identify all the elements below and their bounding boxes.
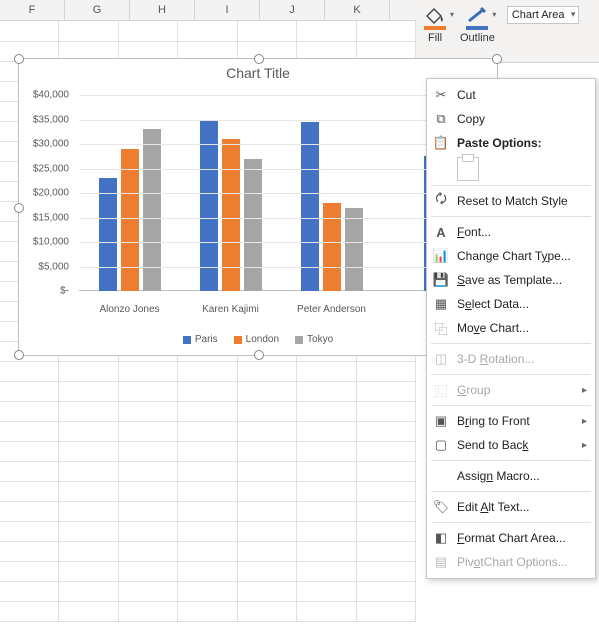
- y-axis[interactable]: $-$5,000$10,000$15,000$20,000$25,000$30,…: [19, 95, 75, 291]
- legend-item[interactable]: London: [234, 334, 279, 345]
- col-hdr[interactable]: H: [130, 0, 195, 20]
- y-tick-label: $10,000: [33, 237, 69, 248]
- resize-handle[interactable]: [254, 350, 264, 360]
- x-tick-label: Karen Kajimi: [180, 304, 281, 315]
- menu-send-to-back[interactable]: ▢Send to Back▸: [427, 433, 595, 457]
- reset-icon: 🗘: [433, 193, 449, 209]
- col-hdr[interactable]: I: [195, 0, 260, 20]
- bar[interactable]: [323, 203, 341, 291]
- y-tick-label: $40,000: [33, 90, 69, 101]
- x-tick-label: Alonzo Jones: [79, 304, 180, 315]
- send-back-icon: ▢: [433, 437, 449, 453]
- select-data-icon: ▦: [433, 296, 449, 312]
- x-axis[interactable]: Alonzo JonesKaren KajimiPeter AndersonLu: [79, 304, 483, 315]
- menu-select-data[interactable]: ▦Select Data...: [427, 292, 595, 316]
- paste-option-button[interactable]: [457, 157, 479, 181]
- bar[interactable]: [244, 159, 262, 291]
- submenu-arrow-icon: ▸: [582, 440, 587, 451]
- copy-icon: ⧉: [433, 111, 449, 127]
- menu-copy[interactable]: ⧉Copy: [427, 107, 595, 131]
- menu-change-chart-type[interactable]: 📊Change Chart Type...: [427, 244, 595, 268]
- y-tick-label: $5,000: [38, 261, 69, 272]
- alt-text-icon: 🏷: [433, 499, 449, 515]
- macro-icon: [433, 468, 449, 484]
- plot-area[interactable]: [79, 95, 483, 291]
- col-hdr[interactable]: F: [0, 0, 65, 20]
- bar[interactable]: [345, 208, 363, 291]
- y-tick-label: $30,000: [33, 139, 69, 150]
- rotation-icon: ◫: [433, 351, 449, 367]
- resize-handle[interactable]: [254, 54, 264, 64]
- col-hdr[interactable]: G: [65, 0, 130, 20]
- chart-context-menu: ✂Cut ⧉Copy 📋Paste Options: 🗘Reset to Mat…: [426, 78, 596, 579]
- resize-handle[interactable]: [14, 350, 24, 360]
- paste-icon: 📋: [433, 135, 449, 151]
- format-icon: ◧: [433, 530, 449, 546]
- fill-label: Fill: [428, 32, 442, 44]
- y-tick-label: $35,000: [33, 114, 69, 125]
- column-headers: F G H I J K: [0, 0, 416, 21]
- legend-item[interactable]: Paris: [183, 334, 218, 345]
- chart-type-icon: 📊: [433, 248, 449, 264]
- bar[interactable]: [200, 120, 218, 292]
- outline-button[interactable]: ▾ Outline: [458, 4, 497, 46]
- move-chart-icon: ⿻: [433, 320, 449, 336]
- fill-button[interactable]: ▾ Fill: [422, 4, 448, 46]
- y-tick-label: $15,000: [33, 212, 69, 223]
- outline-icon: ▾: [466, 6, 488, 24]
- menu-paste-options: 📋Paste Options:: [427, 131, 595, 155]
- legend-item[interactable]: Tokyo: [295, 334, 333, 345]
- pivot-icon: ▤: [433, 554, 449, 570]
- menu-font[interactable]: AFont...: [427, 220, 595, 244]
- group-icon: ⿺: [433, 382, 449, 398]
- bar[interactable]: [222, 139, 240, 291]
- menu-move-chart[interactable]: ⿻Move Chart...: [427, 316, 595, 340]
- submenu-arrow-icon: ▸: [582, 416, 587, 427]
- chart-element-value: Chart Area: [512, 9, 565, 21]
- bring-front-icon: ▣: [433, 413, 449, 429]
- font-icon: A: [433, 224, 449, 240]
- menu-format-chart-area[interactable]: ◧Format Chart Area...: [427, 526, 595, 550]
- bar[interactable]: [121, 149, 139, 291]
- menu-3d-rotation: ◫3-D Rotation...: [427, 347, 595, 371]
- resize-handle[interactable]: [14, 54, 24, 64]
- y-tick-label: $20,000: [33, 188, 69, 199]
- col-hdr[interactable]: J: [260, 0, 325, 20]
- y-tick-label: $-: [60, 286, 69, 297]
- fill-color-swatch: [424, 26, 446, 30]
- menu-save-template[interactable]: 💾Save as Template...: [427, 268, 595, 292]
- y-tick-label: $25,000: [33, 163, 69, 174]
- menu-bring-to-front[interactable]: ▣Bring to Front▸: [427, 409, 595, 433]
- menu-pivotchart-options: ▤PivotChart Options...: [427, 550, 595, 574]
- x-tick-label: Peter Anderson: [281, 304, 382, 315]
- chart-format-ribbon: ▾ Fill ▾ Outline Chart Area: [416, 0, 599, 63]
- menu-edit-alt-text[interactable]: 🏷Edit Alt Text...: [427, 495, 595, 519]
- menu-group: ⿺Group▸: [427, 378, 595, 402]
- fill-icon: ▾: [424, 6, 446, 24]
- outline-color-swatch: [466, 26, 488, 30]
- menu-reset-style[interactable]: 🗘Reset to Match Style: [427, 189, 595, 213]
- save-template-icon: 💾: [433, 272, 449, 288]
- menu-cut[interactable]: ✂Cut: [427, 83, 595, 107]
- menu-assign-macro[interactable]: Assign Macro...: [427, 464, 595, 488]
- bar[interactable]: [99, 178, 117, 291]
- cut-icon: ✂: [433, 87, 449, 103]
- resize-handle[interactable]: [492, 54, 502, 64]
- outline-label: Outline: [460, 32, 495, 44]
- chart-element-selector[interactable]: Chart Area: [507, 6, 580, 24]
- col-hdr[interactable]: K: [325, 0, 390, 20]
- submenu-arrow-icon: ▸: [582, 385, 587, 396]
